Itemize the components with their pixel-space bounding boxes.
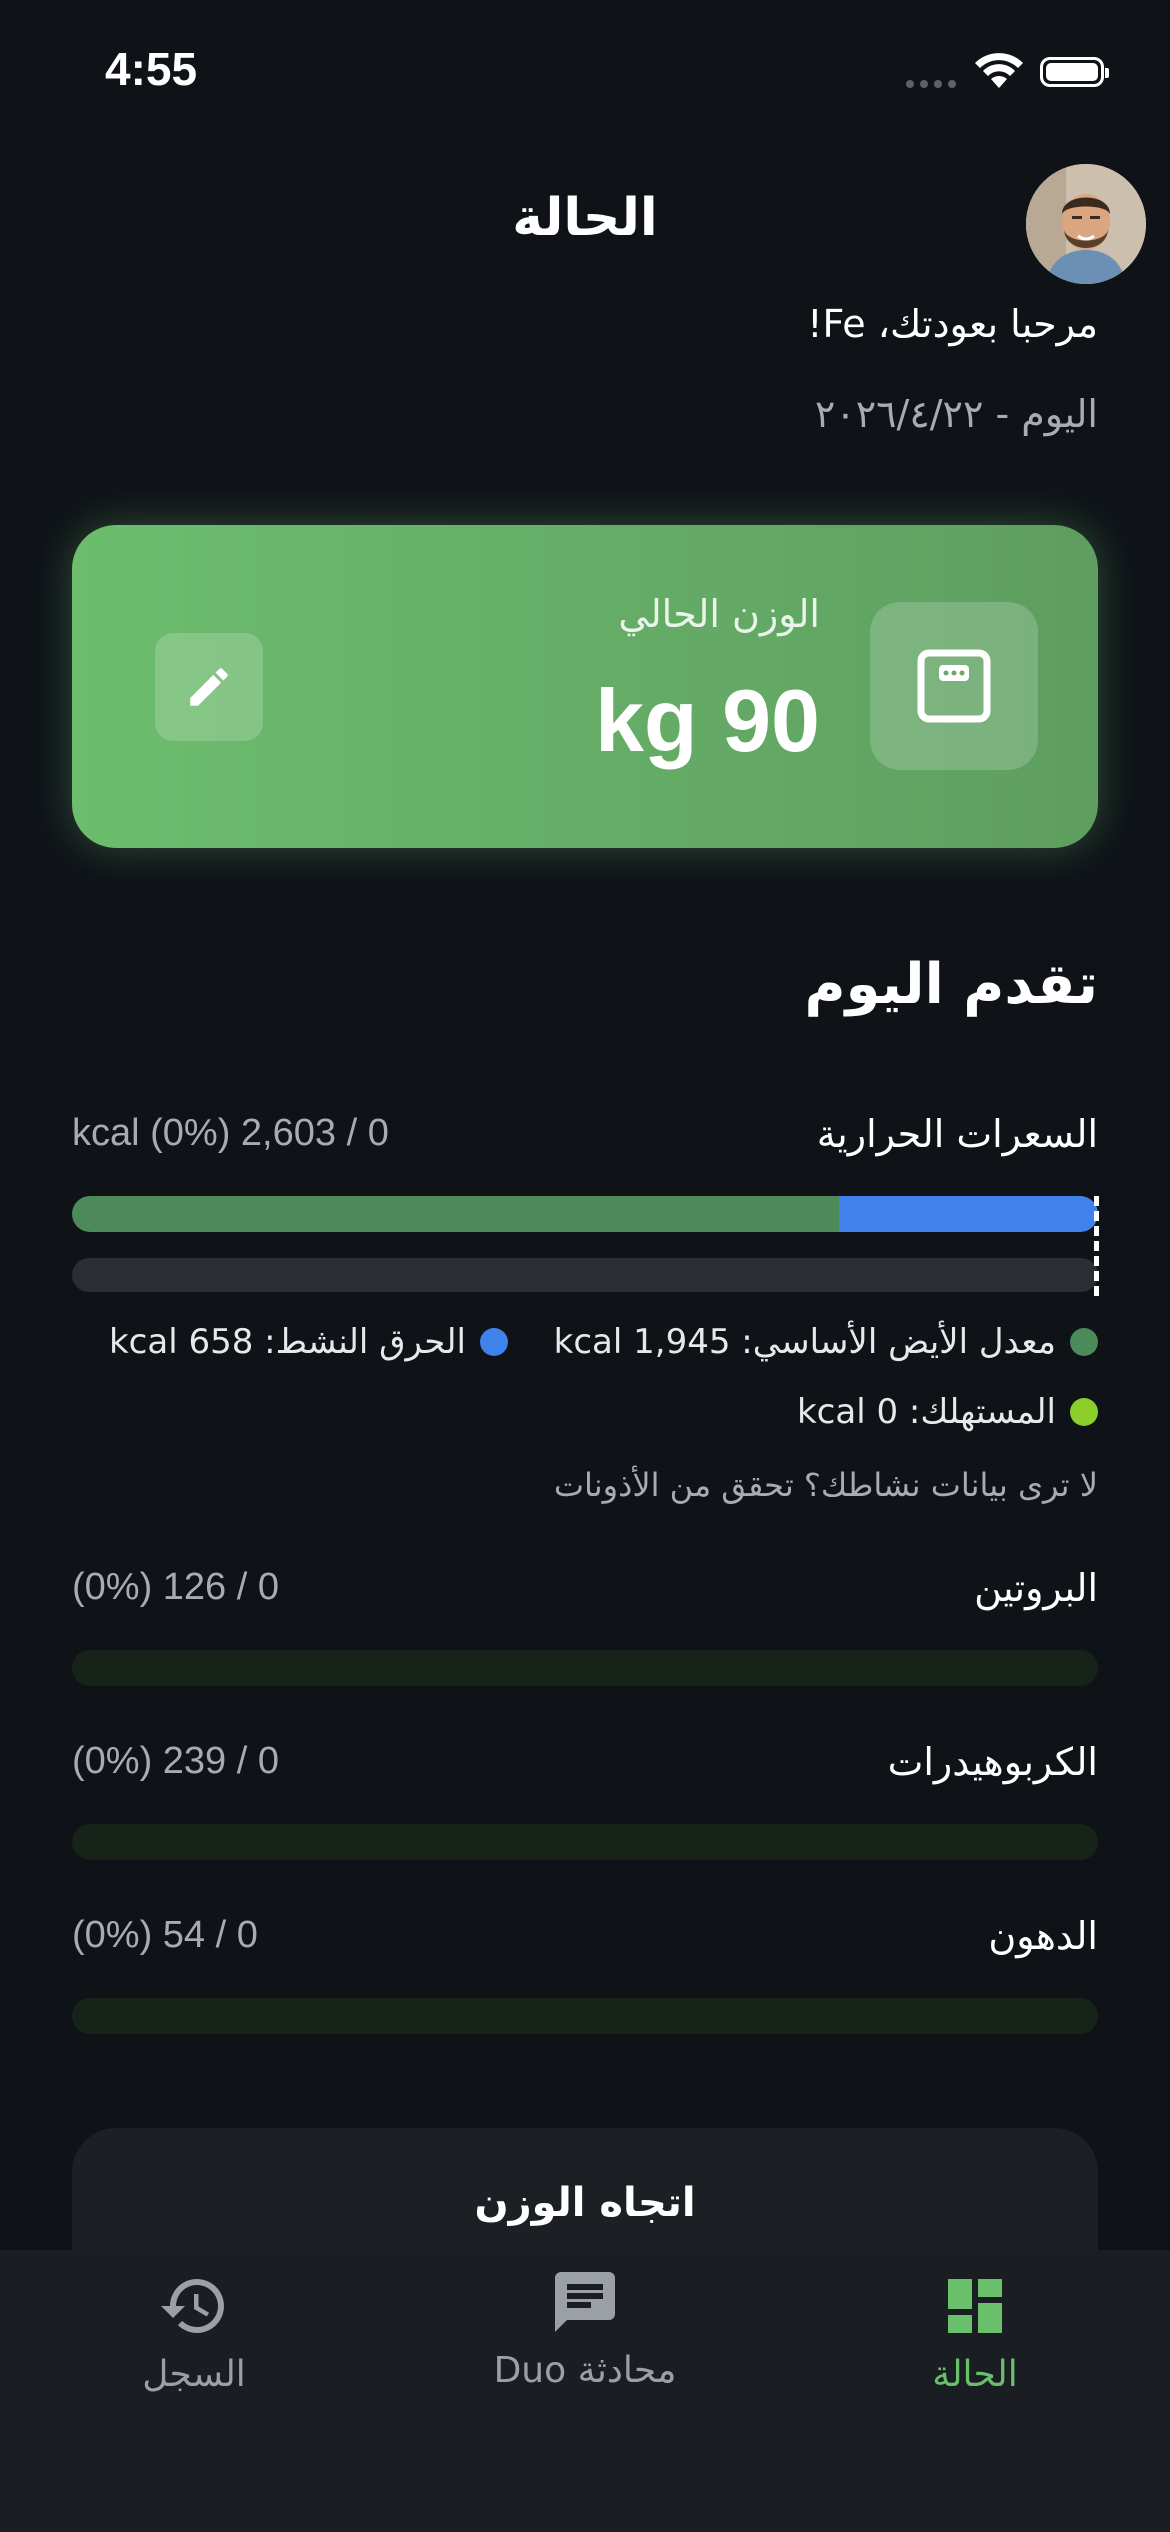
carbs-label: الكربوهيدرات bbox=[887, 1740, 1098, 1784]
nav-status[interactable]: الحالة bbox=[825, 2270, 1125, 2395]
nav-history[interactable]: السجل bbox=[44, 2270, 344, 2395]
calories-burn-bar bbox=[72, 1196, 1098, 1232]
chat-icon bbox=[555, 2272, 615, 2332]
legend-active: الحرق النشط: kcal 658 bbox=[109, 1322, 508, 1362]
legend-consumed: المستهلك: kcal 0 bbox=[797, 1392, 1098, 1432]
legend-bmr: معدل الأيض الأساسي: kcal 1,945 bbox=[554, 1322, 1098, 1362]
date-text: اليوم - ٢٠٢٦/٤/٢٢ bbox=[814, 392, 1098, 436]
calories-label: السعرات الحرارية bbox=[816, 1112, 1098, 1156]
scale-icon bbox=[917, 649, 991, 723]
bmr-dot-icon bbox=[1070, 1328, 1098, 1356]
history-icon bbox=[161, 2279, 224, 2333]
todays-progress-title: تقدم اليوم bbox=[804, 952, 1098, 1017]
fat-bar bbox=[72, 1998, 1098, 2034]
weight-label: الوزن الحالي bbox=[618, 592, 820, 636]
protein-bar bbox=[72, 1650, 1098, 1686]
battery-icon bbox=[1040, 57, 1109, 87]
protein-label: البروتين bbox=[974, 1566, 1098, 1610]
calories-value: kcal (0%) 2,603 / 0 bbox=[72, 1112, 389, 1154]
nav-chat[interactable]: محادثة Duo bbox=[435, 2266, 735, 2391]
protein-value: (0%) 126 / 0 bbox=[72, 1566, 279, 1608]
fat-value: (0%) 54 / 0 bbox=[72, 1914, 258, 1956]
permissions-hint-link[interactable]: لا ترى بيانات نشاطك؟ تحقق من الأذونات bbox=[554, 1466, 1098, 1504]
active-burn-segment bbox=[839, 1196, 1098, 1232]
avatar[interactable] bbox=[1026, 164, 1146, 284]
weight-trend-title: اتجاه الوزن bbox=[474, 2180, 696, 2226]
page-title: الحالة bbox=[512, 188, 658, 248]
pencil-icon bbox=[190, 668, 228, 706]
fat-label: الدهون bbox=[988, 1914, 1098, 1958]
nav-history-label: السجل bbox=[142, 2354, 246, 2395]
active-dot-icon bbox=[480, 1328, 508, 1356]
weight-value: kg 90 bbox=[594, 671, 820, 770]
consumed-dot-icon bbox=[1070, 1398, 1098, 1426]
nav-status-label: الحالة bbox=[932, 2354, 1018, 2395]
dashboard-icon bbox=[948, 2279, 1002, 2333]
calories-consumed-bar bbox=[72, 1258, 1098, 1292]
status-time: 4:55 bbox=[105, 43, 198, 95]
greeting-text: مرحبا بعودتك، Fe! bbox=[807, 302, 1098, 346]
nav-chat-label: محادثة Duo bbox=[493, 2350, 677, 2391]
carbs-value: (0%) 239 / 0 bbox=[72, 1740, 279, 1782]
edit-weight-button[interactable] bbox=[155, 633, 263, 741]
legend-consumed-text: المستهلك: kcal 0 bbox=[796, 1392, 1056, 1432]
legend-active-text: الحرق النشط: kcal 658 bbox=[108, 1322, 466, 1362]
cellular-signal-icon bbox=[906, 80, 956, 88]
carbs-bar bbox=[72, 1824, 1098, 1860]
scale-button[interactable] bbox=[870, 602, 1038, 770]
calorie-goal-marker bbox=[1094, 1196, 1099, 1296]
legend-bmr-text: معدل الأيض الأساسي: kcal 1,945 bbox=[553, 1322, 1056, 1362]
wifi-icon bbox=[972, 50, 1026, 94]
